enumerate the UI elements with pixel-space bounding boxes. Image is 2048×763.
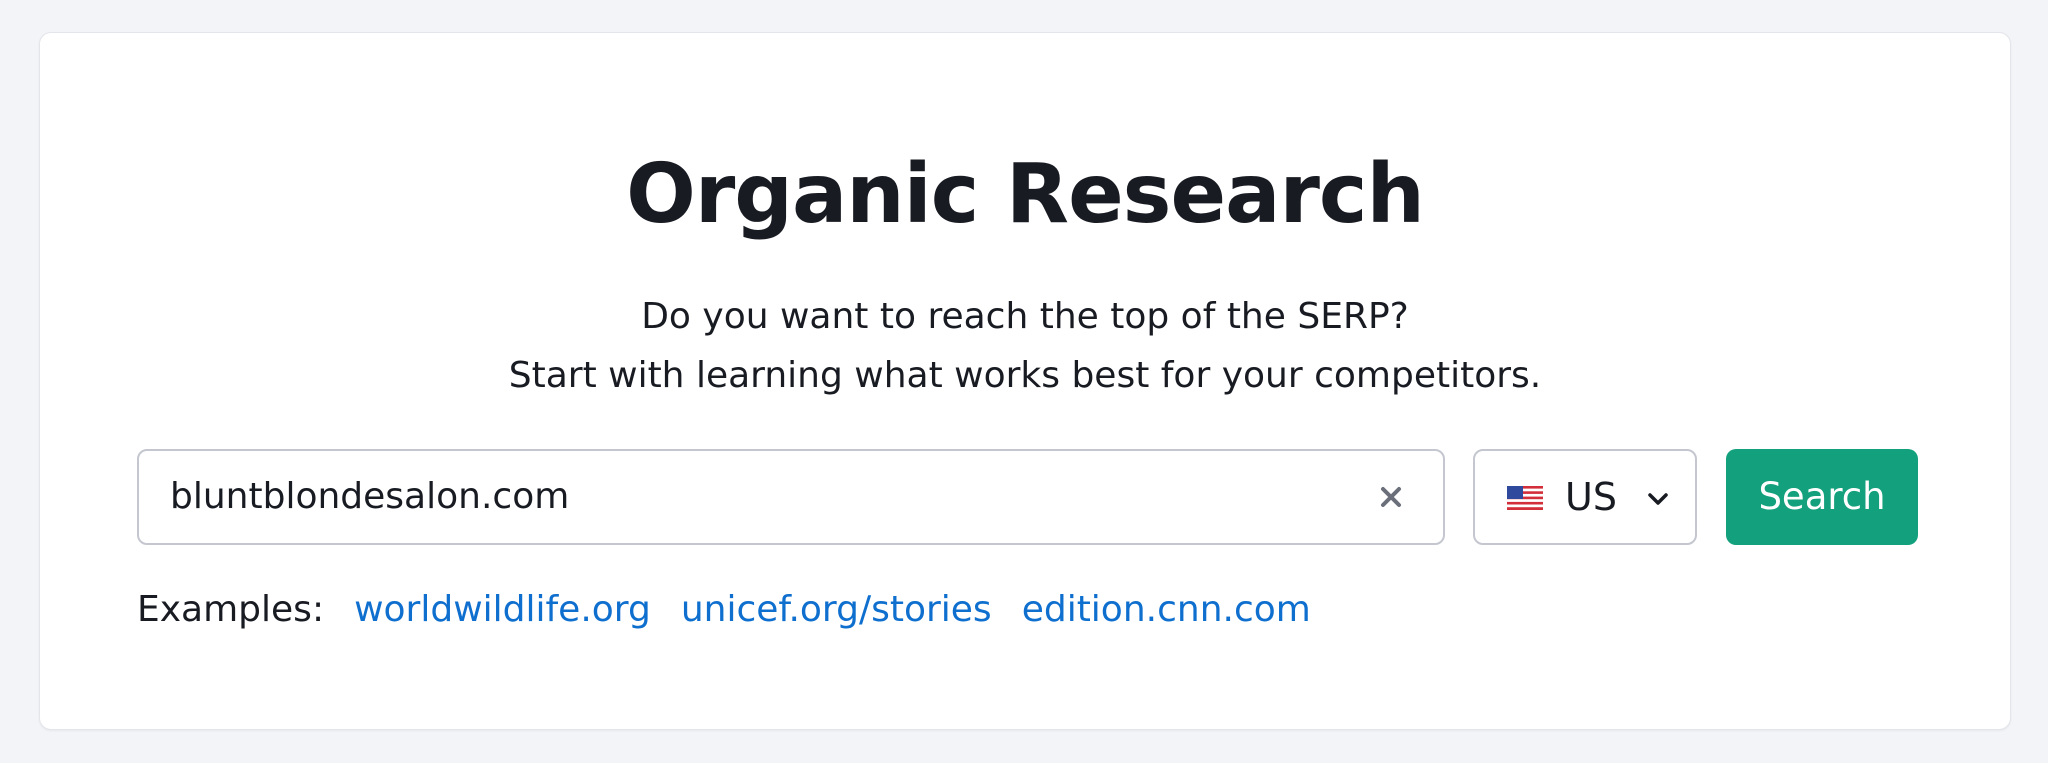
page-subtitle: Do you want to reach the top of the SERP…	[40, 287, 2010, 405]
examples-row: Examples: worldwildlife.org unicef.org/s…	[137, 581, 1341, 637]
us-flag-icon	[1507, 486, 1543, 510]
domain-search-value[interactable]: bluntblondesalon.com	[170, 451, 569, 543]
example-link-cnn[interactable]: edition.cnn.com	[1022, 589, 1311, 630]
examples-label: Examples:	[137, 588, 325, 630]
example-link-worldwildlife[interactable]: worldwildlife.org	[354, 589, 651, 630]
subtitle-line-2: Start with learning what works best for …	[508, 355, 1542, 396]
search-button[interactable]: Search	[1726, 449, 1918, 545]
page-title: Organic Research	[626, 147, 1425, 242]
database-label: US	[1565, 475, 1617, 519]
organic-research-card: Organic Research Do you want to reach th…	[39, 32, 2011, 730]
chevron-down-icon	[1648, 493, 1668, 505]
domain-search-input[interactable]: bluntblondesalon.com	[137, 449, 1445, 545]
close-icon[interactable]	[1375, 481, 1407, 513]
subtitle-line-1: Do you want to reach the top of the SERP…	[641, 296, 1409, 337]
example-link-unicef[interactable]: unicef.org/stories	[681, 589, 992, 630]
database-select[interactable]: US	[1473, 449, 1697, 545]
